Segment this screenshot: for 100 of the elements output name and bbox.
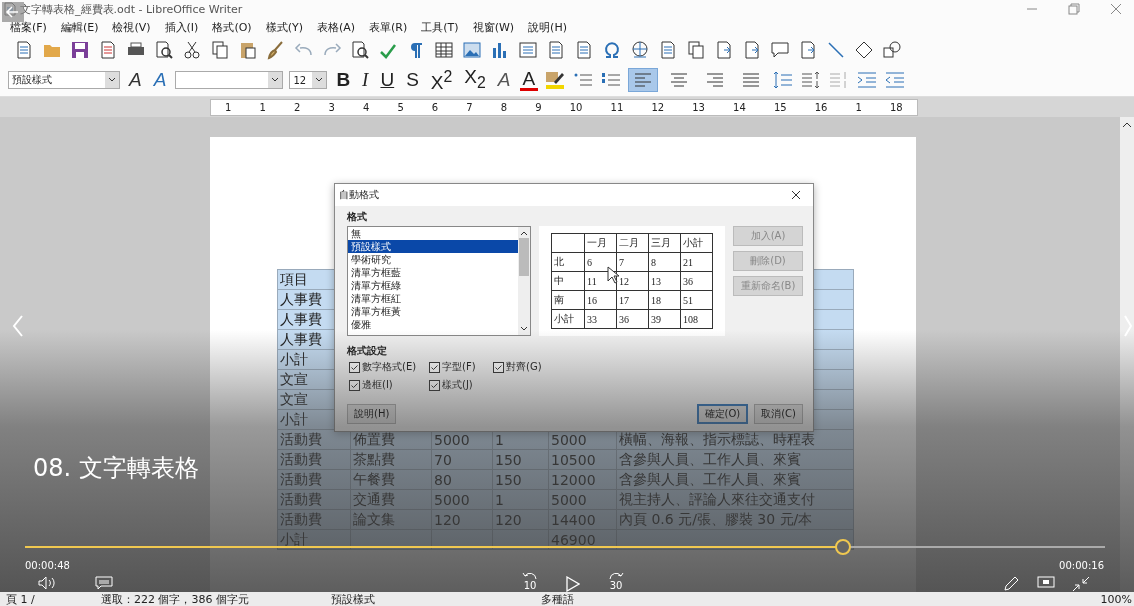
- mini-player-icon[interactable]: [1037, 576, 1055, 590]
- scroll-thumb[interactable]: [519, 238, 529, 276]
- menu-item[interactable]: 表格(A): [316, 19, 356, 35]
- style-tool-button[interactable]: A: [150, 69, 170, 91]
- menu-item[interactable]: 樣式(Y): [265, 19, 303, 35]
- menu-item[interactable]: 視窗(W): [472, 19, 515, 35]
- format-button[interactable]: U: [377, 69, 398, 91]
- checkbox[interactable]: [349, 361, 360, 373]
- rewind-button[interactable]: 10: [522, 572, 538, 591]
- list-item[interactable]: 清單方框黃: [348, 305, 518, 318]
- format-button[interactable]: I: [359, 69, 372, 91]
- help-button[interactable]: 說明(H): [347, 404, 397, 424]
- menu-item[interactable]: 表單(R): [369, 19, 408, 35]
- align-button[interactable]: [628, 68, 659, 92]
- shapes-icon[interactable]: [882, 40, 902, 60]
- format-list[interactable]: 無 預設樣式 學術研究 清單方框藍 清單方框綠 清單方框紅 清單方框黃 優雅: [347, 226, 531, 336]
- text-box-icon[interactable]: [518, 40, 538, 60]
- comment-icon[interactable]: [770, 40, 790, 60]
- table-cell: 文宣: [280, 370, 308, 387]
- table-cell: 活動費: [280, 430, 322, 447]
- font-color-button[interactable]: A: [494, 69, 514, 91]
- checkbox[interactable]: [493, 361, 504, 373]
- format-button[interactable]: X$^{2}$: [427, 65, 456, 95]
- scissors-icon[interactable]: [182, 40, 202, 60]
- page-arrow-icon[interactable]: [714, 40, 734, 60]
- menu-item[interactable]: 檔案(F): [10, 19, 47, 35]
- pages-icon[interactable]: [686, 40, 706, 60]
- format-button[interactable]: S: [403, 69, 422, 91]
- find-replace-icon[interactable]: [350, 40, 370, 60]
- checkbox[interactable]: [429, 361, 440, 373]
- page-pen-icon[interactable]: [798, 40, 818, 60]
- subtitles-icon[interactable]: [95, 576, 113, 590]
- ruler-number: 16: [814, 101, 828, 113]
- clipboard-icon[interactable]: [238, 40, 258, 60]
- image-icon[interactable]: [462, 40, 482, 60]
- checkbox[interactable]: [429, 379, 440, 391]
- scroll-up-icon[interactable]: [520, 230, 528, 236]
- play-icon[interactable]: [566, 576, 580, 592]
- scroll-up-icon[interactable]: [1122, 121, 1132, 129]
- list-item[interactable]: 清單方框藍: [348, 266, 518, 279]
- font-color-button[interactable]: A: [519, 69, 539, 91]
- list-item[interactable]: 優雅: [348, 318, 518, 331]
- list-item[interactable]: 清單方框紅: [348, 292, 518, 305]
- table-cell: 活動費: [280, 490, 322, 507]
- menu-item[interactable]: 檢視(V): [112, 19, 151, 35]
- menu-item[interactable]: 編輯(E): [60, 19, 99, 35]
- line-icon[interactable]: [826, 40, 846, 60]
- dialog-button[interactable]: 確定(O): [696, 404, 749, 424]
- omega-icon[interactable]: [602, 40, 622, 60]
- menu-item[interactable]: 插入(I): [164, 19, 199, 35]
- pen-icon[interactable]: [1003, 576, 1019, 592]
- table-cell: 5000: [551, 431, 587, 448]
- copy-icon[interactable]: [210, 40, 230, 60]
- brush-icon[interactable]: [266, 40, 286, 60]
- paragraph-style-field[interactable]: 預設樣式: [8, 71, 120, 89]
- checkbox-label: 樣式(J): [442, 378, 473, 392]
- menu-item[interactable]: 格式(O): [212, 19, 252, 35]
- table-cell: 46900: [551, 531, 596, 548]
- scroll-down-icon[interactable]: [520, 326, 528, 332]
- menu-item[interactable]: 說明(H): [528, 19, 567, 35]
- scrollbar[interactable]: [1120, 117, 1134, 592]
- style-tool-button[interactable]: A: [126, 69, 145, 91]
- checkbox-label: 邊框(I): [362, 378, 393, 392]
- scrollbar[interactable]: [518, 227, 530, 335]
- table-cell: 21: [683, 256, 693, 268]
- format-button[interactable]: X$_{2}$: [461, 66, 489, 94]
- page-frame-icon[interactable]: [742, 40, 762, 60]
- list-item[interactable]: 清單方框綠: [348, 279, 518, 292]
- exit-fullscreen-icon[interactable]: [1072, 576, 1090, 592]
- globe-icon[interactable]: [630, 40, 650, 60]
- checkbox[interactable]: [349, 379, 360, 391]
- table-cell: 含參與人員、工作人員、來賓: [619, 470, 801, 487]
- volume-icon[interactable]: [38, 576, 58, 590]
- pdf-icon[interactable]: [98, 40, 118, 60]
- floppy-icon[interactable]: [70, 40, 90, 60]
- diamond-icon[interactable]: [854, 40, 874, 60]
- video-title: 08. 文字轉表格: [33, 453, 199, 484]
- table-cell: 午餐費: [353, 470, 395, 487]
- close-icon[interactable]: [791, 190, 801, 200]
- dialog-button[interactable]: 取消(C): [754, 404, 803, 424]
- format-button[interactable]: B: [333, 69, 354, 91]
- page-break-icon[interactable]: [546, 40, 566, 60]
- field-icon[interactable]: [574, 40, 594, 60]
- print-preview-icon[interactable]: [154, 40, 174, 60]
- ruler-number: 5: [397, 101, 404, 113]
- forward-button[interactable]: 30: [608, 572, 624, 591]
- table-cell: 5000: [551, 491, 587, 508]
- table-cell: 36: [683, 275, 693, 287]
- footnote-icon[interactable]: [658, 40, 678, 60]
- menu-item[interactable]: 工具(T): [421, 19, 459, 35]
- font-size-field[interactable]: 12: [289, 71, 328, 89]
- font-name-field[interactable]: [175, 71, 284, 89]
- list-item[interactable]: 學術研究: [348, 253, 518, 266]
- list-item[interactable]: 無: [348, 227, 518, 240]
- ruler-number: 9: [535, 101, 542, 113]
- table-cell: 13: [651, 275, 661, 287]
- table-icon[interactable]: [434, 40, 454, 60]
- highlighter-icon[interactable]: [544, 70, 567, 90]
- table-cell: 活動費: [280, 510, 322, 527]
- list-item[interactable]: 預設樣式: [348, 240, 518, 253]
